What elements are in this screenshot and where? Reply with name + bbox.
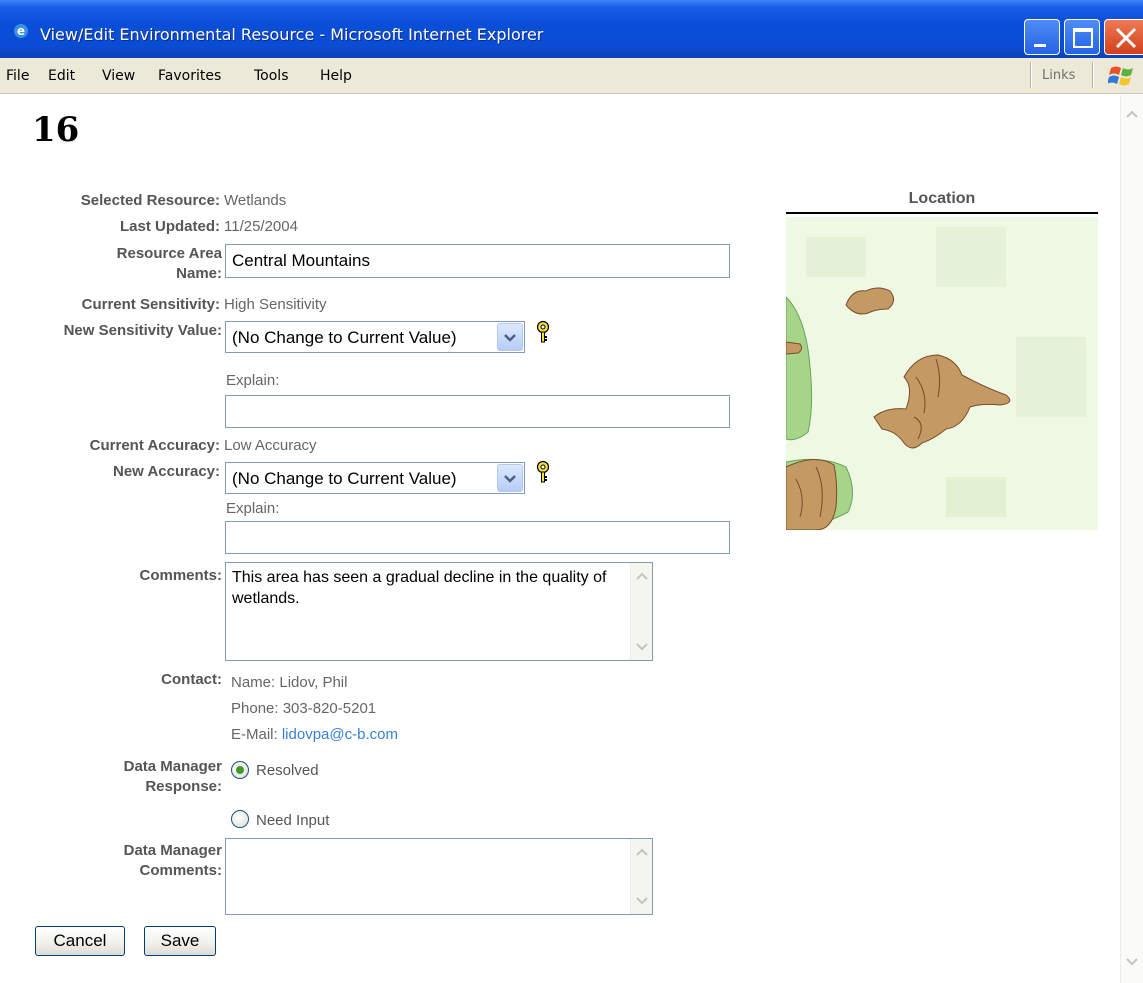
contact-name-row: Name: Lidov, Phil xyxy=(231,673,347,693)
dm-comments-scrollbar[interactable] xyxy=(630,839,652,914)
toolbar-separator xyxy=(1092,62,1094,88)
contact-name: Lidov, Phil xyxy=(279,674,348,691)
resource-area-name-input[interactable]: Central Mountains xyxy=(225,244,730,278)
contact-email-label: E-Mail: xyxy=(231,726,278,743)
selected-resource-value: Wetlands xyxy=(224,192,287,209)
accuracy-explain-label: Explain: xyxy=(226,500,280,517)
current-sensitivity-label: Current Sensitivity: xyxy=(81,296,220,313)
new-sensitivity-selected: (No Change to Current Value) xyxy=(232,328,457,347)
scroll-down-icon[interactable] xyxy=(635,894,649,908)
scroll-up-icon[interactable] xyxy=(635,845,649,859)
page-scrollbar[interactable] xyxy=(1120,95,1143,983)
scroll-up-icon[interactable] xyxy=(1125,107,1139,121)
current-sensitivity-value: High Sensitivity xyxy=(224,296,327,313)
resolved-radio[interactable] xyxy=(231,761,249,779)
new-accuracy-select[interactable]: (No Change to Current Value) xyxy=(225,462,525,494)
scroll-down-icon[interactable] xyxy=(1125,955,1139,969)
scroll-down-icon[interactable] xyxy=(635,640,649,654)
minimize-icon xyxy=(1034,44,1046,47)
window-title: View/Edit Environmental Resource - Micro… xyxy=(40,25,544,44)
menu-tools[interactable]: Tools xyxy=(254,68,289,84)
contact-phone-label: Phone: xyxy=(231,700,279,717)
last-updated-label: Last Updated: xyxy=(119,218,220,235)
toolbar-separator xyxy=(1030,62,1032,88)
accuracy-explain-input[interactable] xyxy=(225,521,730,554)
help-key-icon[interactable] xyxy=(533,460,553,484)
comments-scrollbar[interactable] xyxy=(630,563,652,660)
comments-text: This area has seen a gradual decline in … xyxy=(232,569,607,607)
new-sensitivity-label: New Sensitivity Value: xyxy=(63,322,222,339)
chevron-down-icon xyxy=(504,475,516,483)
dm-comments-label: Data Manager Comments: xyxy=(123,842,222,879)
selected-resource-label: Selected Resource: xyxy=(80,192,220,209)
close-icon xyxy=(1115,27,1137,49)
dm-comments-textarea[interactable] xyxy=(225,838,653,915)
sensitivity-explain-label: Explain: xyxy=(226,372,280,389)
svg-text:e: e xyxy=(17,24,25,38)
scroll-up-icon[interactable] xyxy=(635,569,649,583)
comments-label: Comments: xyxy=(139,567,222,584)
location-map[interactable] xyxy=(786,217,1098,530)
current-accuracy-label: Current Accuracy: xyxy=(89,437,220,454)
contact-label: Contact: xyxy=(161,671,222,688)
menu-edit[interactable]: Edit xyxy=(48,68,75,84)
dm-response-label: Data Manager Response: xyxy=(123,758,222,795)
maximize-button[interactable] xyxy=(1064,19,1100,55)
location-heading: Location xyxy=(908,190,976,207)
resource-area-name-label: Resource Area Name: xyxy=(116,245,222,282)
menu-bar: File Edit View Favorites Tools Help xyxy=(0,58,1143,94)
map-resource-area xyxy=(786,341,803,355)
sensitivity-explain-input[interactable] xyxy=(225,395,730,428)
minimize-button[interactable] xyxy=(1024,19,1060,55)
current-accuracy-value: Low Accuracy xyxy=(224,437,317,454)
dropdown-button[interactable] xyxy=(497,323,523,351)
radio-selected-dot xyxy=(236,766,244,774)
contact-phone-row: Phone: 303-820-5201 xyxy=(231,699,376,719)
contact-name-label: Name: xyxy=(231,674,276,691)
last-updated-value: 11/25/2004 xyxy=(224,218,298,235)
windows-logo-icon xyxy=(1108,66,1133,86)
need-input-radio[interactable] xyxy=(231,810,249,828)
menu-favorites[interactable]: Favorites xyxy=(158,68,221,84)
contact-email-link[interactable]: lidovpa@c-b.com xyxy=(282,726,398,743)
chevron-down-icon xyxy=(504,334,516,342)
links-button[interactable]: Links xyxy=(1042,68,1075,83)
maximize-icon xyxy=(1073,28,1093,48)
resolved-radio-label[interactable]: Resolved xyxy=(256,761,319,781)
menu-file[interactable]: File xyxy=(6,68,29,84)
dropdown-button[interactable] xyxy=(497,464,523,492)
internet-explorer-icon: e xyxy=(14,24,28,38)
contact-phone: 303-820-5201 xyxy=(282,700,377,717)
window-titlebar: e View/Edit Environmental Resource - Mic… xyxy=(0,0,1143,58)
page-title: 16 xyxy=(32,110,80,150)
new-accuracy-label: New Accuracy: xyxy=(113,463,220,480)
help-key-icon[interactable] xyxy=(533,320,553,344)
new-accuracy-selected: (No Change to Current Value) xyxy=(232,469,457,488)
comments-textarea[interactable]: This area has seen a gradual decline in … xyxy=(225,562,653,661)
save-button[interactable]: Save xyxy=(144,926,216,956)
close-button[interactable] xyxy=(1104,19,1143,55)
new-sensitivity-select[interactable]: (No Change to Current Value) xyxy=(225,321,525,353)
need-input-radio-label[interactable]: Need Input xyxy=(256,811,329,831)
menu-help[interactable]: Help xyxy=(320,68,352,84)
cancel-button[interactable]: Cancel xyxy=(35,926,125,956)
location-divider xyxy=(786,212,1098,214)
menu-view[interactable]: View xyxy=(102,68,135,84)
contact-email-row: E-Mail: lidovpa@c-b.com xyxy=(231,725,398,745)
map-resource-area xyxy=(786,459,838,530)
